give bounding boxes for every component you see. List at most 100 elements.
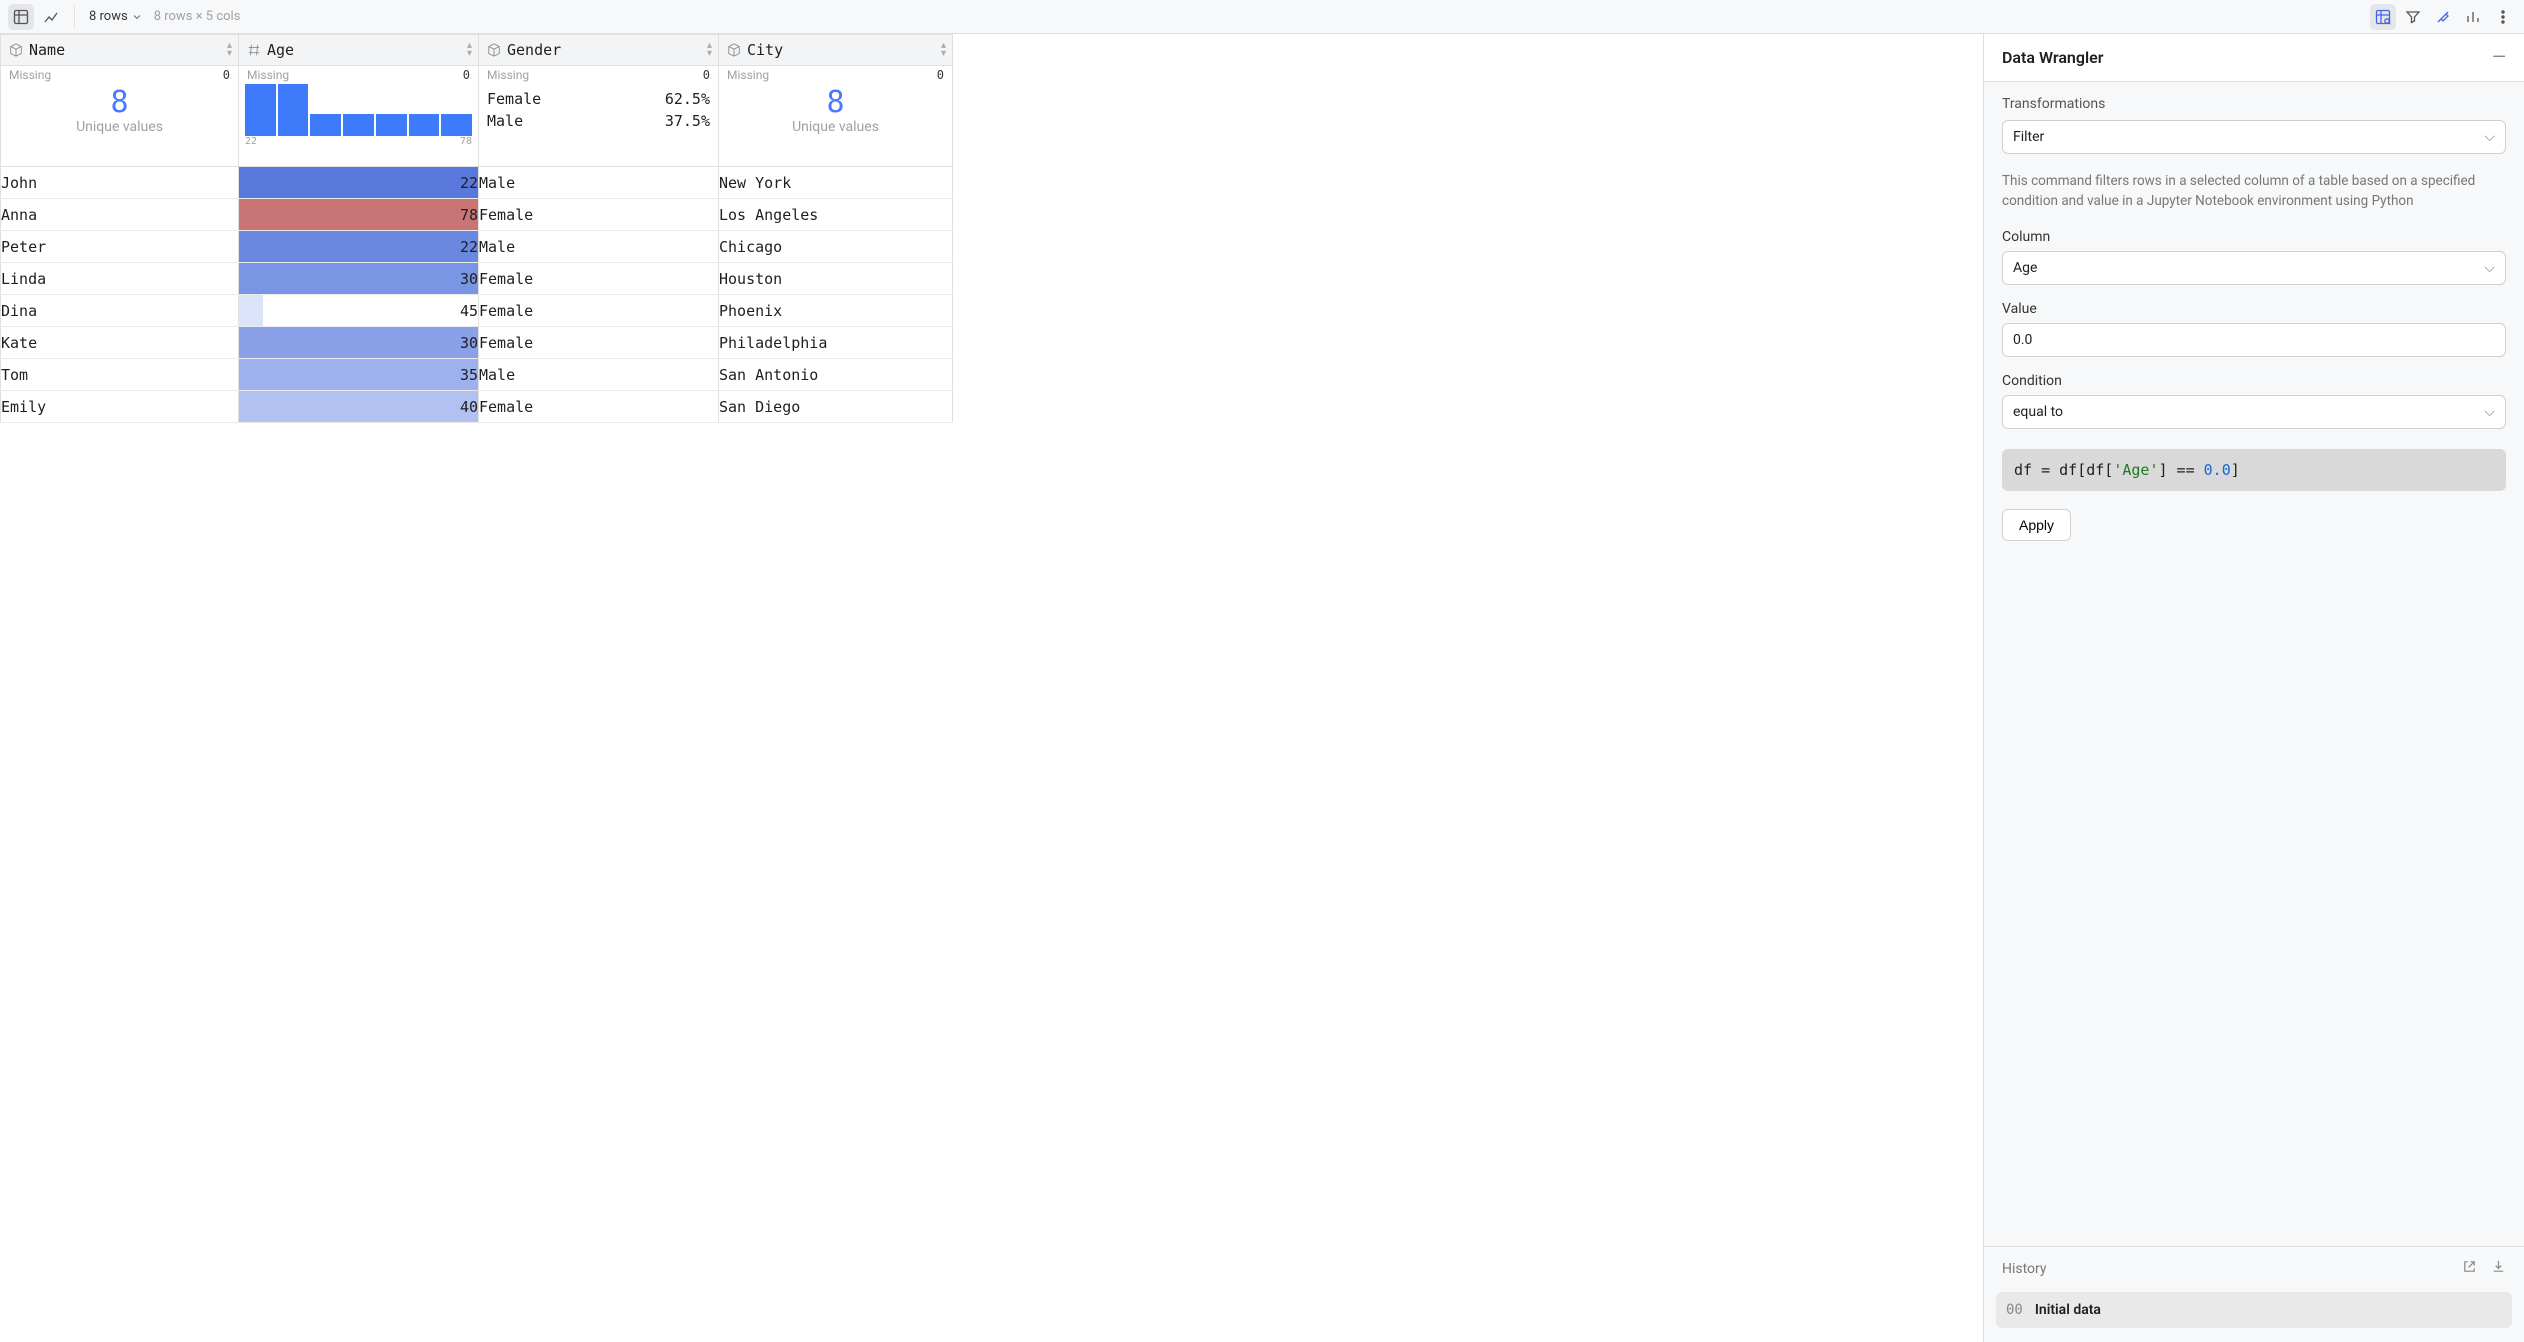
column-type-icon	[247, 43, 261, 57]
cell-name: Tom	[1, 359, 239, 391]
cell-age: 35	[239, 359, 479, 391]
cell-city: San Diego	[719, 391, 953, 423]
rows-dropdown[interactable]: 8 rows	[85, 9, 146, 24]
history-label: History	[2002, 1261, 2047, 1277]
cell-age: 30	[239, 327, 479, 359]
condition-field-label: Condition	[2002, 373, 2506, 389]
cell-name: John	[1, 167, 239, 199]
cell-age: 78	[239, 199, 479, 231]
column-summary-row: Missing08Unique valuesMissing02278Missin…	[1, 66, 953, 167]
condition-select[interactable]: equal to ⌵	[2002, 395, 2506, 429]
column-summary-cell: Missing08Unique values	[719, 66, 953, 167]
hist-max: 78	[460, 136, 472, 147]
cell-city: Phoenix	[719, 295, 953, 327]
cell-name: Dina	[1, 295, 239, 327]
cell-name: Kate	[1, 327, 239, 359]
column-type-icon	[487, 43, 501, 57]
sort-icon[interactable]: ▴▾	[941, 42, 946, 58]
column-select[interactable]: Age ⌵	[2002, 251, 2506, 285]
column-field-label: Column	[2002, 229, 2506, 245]
sort-icon[interactable]: ▴▾	[467, 42, 472, 58]
cell-name: Emily	[1, 391, 239, 423]
cell-gender: Female	[479, 327, 719, 359]
open-external-icon[interactable]	[2462, 1259, 2477, 1278]
data-grid: Name▴▾Age▴▾Gender▴▾City▴▾ Missing08Uniqu…	[0, 34, 1984, 1342]
view-table-button[interactable]	[8, 4, 34, 30]
table-row[interactable]: Anna78FemaleLos Angeles	[1, 199, 953, 231]
column-header[interactable]: City ▴▾	[719, 35, 953, 66]
view-chart-button[interactable]	[38, 4, 64, 30]
cell-city: San Antonio	[719, 359, 953, 391]
missing-label: Missing	[727, 68, 769, 82]
column-name: Age	[267, 41, 294, 59]
chevron-down-icon: ⌵	[2484, 260, 2495, 276]
column-type-icon	[9, 43, 23, 57]
filter-button[interactable]	[2400, 4, 2426, 30]
transformation-select[interactable]: Filter ⌵	[2002, 120, 2506, 154]
cell-gender: Female	[479, 263, 719, 295]
sort-icon[interactable]: ▴▾	[227, 42, 232, 58]
histogram	[239, 82, 478, 136]
condition-select-value: equal to	[2013, 404, 2063, 420]
table-row[interactable]: John22MaleNew York	[1, 167, 953, 199]
unique-count: 8	[1, 86, 238, 119]
top-toolbar: 8 rows 8 rows × 5 cols	[0, 0, 2524, 34]
column-header-row: Name ▴▾ Age ▴▾ Gender ▴▾ City ▴▾	[1, 35, 953, 66]
panel-title: Data Wrangler	[2002, 48, 2104, 67]
cell-gender: Female	[479, 391, 719, 423]
cell-name: Anna	[1, 199, 239, 231]
table-row[interactable]: Peter22MaleChicago	[1, 231, 953, 263]
cell-name: Peter	[1, 231, 239, 263]
transformation-value: Filter	[2013, 129, 2044, 145]
transformation-description: This command filters rows in a selected …	[2002, 172, 2506, 211]
unique-label: Unique values	[1, 119, 238, 135]
column-header[interactable]: Age ▴▾	[239, 35, 479, 66]
missing-count: 0	[463, 68, 470, 82]
missing-label: Missing	[247, 68, 289, 82]
column-header[interactable]: Gender ▴▾	[479, 35, 719, 66]
sort-icon[interactable]: ▴▾	[707, 42, 712, 58]
cell-gender: Male	[479, 167, 719, 199]
cell-age: 30	[239, 263, 479, 295]
column-name: Gender	[507, 41, 561, 59]
cell-gender: Female	[479, 199, 719, 231]
more-menu-button[interactable]	[2490, 4, 2516, 30]
cell-gender: Female	[479, 295, 719, 327]
stats-button[interactable]	[2460, 4, 2486, 30]
column-summary-cell: Missing 0Female62.5%Male37.5%	[479, 66, 719, 167]
table-row[interactable]: Linda30FemaleHouston	[1, 263, 953, 295]
value-field-label: Value	[2002, 301, 2506, 317]
collapse-panel-button[interactable]: —	[2492, 49, 2506, 67]
category-distribution: Female62.5%Male37.5%	[479, 82, 718, 132]
apply-button[interactable]: Apply	[2002, 509, 2071, 541]
chevron-down-icon	[132, 12, 142, 22]
data-wrangler-panel: Data Wrangler — Transformations Filter ⌵…	[1984, 34, 2524, 1342]
column-name: City	[747, 41, 783, 59]
missing-count: 0	[703, 68, 710, 82]
cell-city: Houston	[719, 263, 953, 295]
download-icon[interactable]	[2491, 1259, 2506, 1278]
hist-min: 22	[245, 136, 257, 147]
table-row[interactable]: Emily40FemaleSan Diego	[1, 391, 953, 423]
dimensions-label: 8 rows × 5 cols	[150, 9, 245, 24]
wrangler-toggle-button[interactable]	[2370, 4, 2396, 30]
cell-age: 22	[239, 167, 479, 199]
cell-city: Los Angeles	[719, 199, 953, 231]
history-item-name: Initial data	[2035, 1302, 2101, 1318]
table-row[interactable]: Kate30FemalePhiladelphia	[1, 327, 953, 359]
missing-label: Missing	[9, 68, 51, 82]
cell-gender: Male	[479, 359, 719, 391]
clean-button[interactable]	[2430, 4, 2456, 30]
table-row[interactable]: Tom35MaleSan Antonio	[1, 359, 953, 391]
column-header[interactable]: Name ▴▾	[1, 35, 239, 66]
column-type-icon	[727, 43, 741, 57]
table-row[interactable]: Dina45FemalePhoenix	[1, 295, 953, 327]
chevron-down-icon: ⌵	[2484, 404, 2495, 420]
value-input[interactable]: 0.0	[2002, 323, 2506, 357]
missing-label: Missing	[487, 68, 529, 82]
history-item[interactable]: 00 Initial data	[1996, 1292, 2512, 1328]
cell-age: 40	[239, 391, 479, 423]
cell-gender: Male	[479, 231, 719, 263]
column-summary-cell: Missing 0 22 78	[239, 66, 479, 167]
column-name: Name	[29, 41, 65, 59]
